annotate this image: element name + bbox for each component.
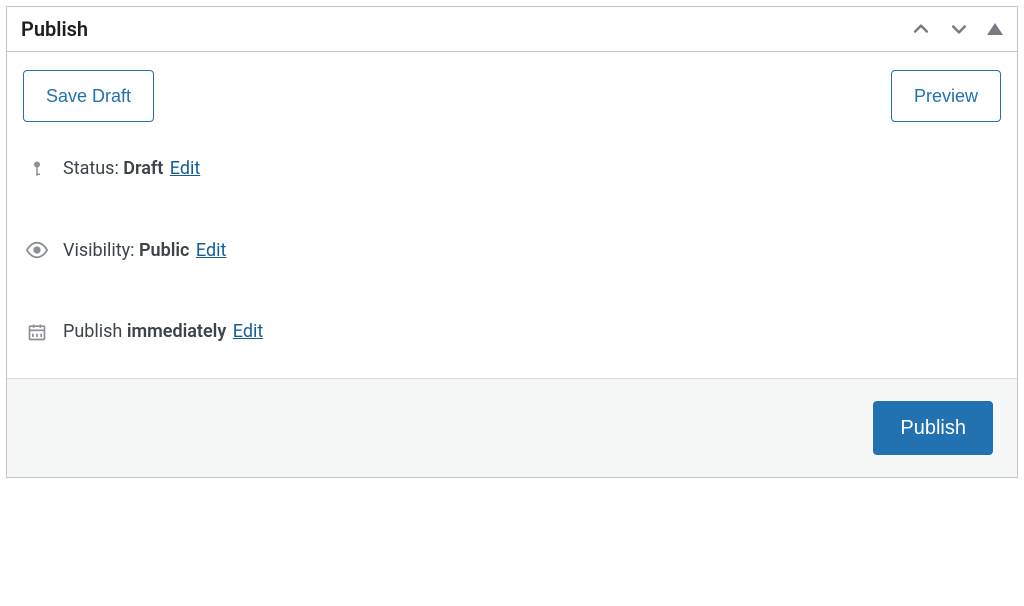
status-row: Status: Draft Edit (23, 158, 1001, 179)
edit-schedule-link[interactable]: Edit (233, 321, 263, 342)
edit-visibility-link[interactable]: Edit (196, 240, 226, 261)
toggle-panel-icon[interactable] (987, 23, 1003, 35)
publish-panel: Publish Save Draft Preview Status: Draft (6, 6, 1018, 478)
panel-header-controls (911, 19, 1003, 39)
schedule-label: Publish (63, 321, 127, 342)
status-value: Draft (123, 158, 163, 179)
preview-button[interactable]: Preview (891, 70, 1001, 122)
visibility-text: Visibility: Public Edit (63, 240, 226, 261)
top-actions: Save Draft Preview (23, 70, 1001, 122)
schedule-text: Publish immediately Edit (63, 321, 263, 342)
calendar-icon (25, 322, 49, 342)
visibility-row: Visibility: Public Edit (23, 239, 1001, 261)
visibility-label: Visibility: (63, 240, 139, 261)
visibility-value: Public (139, 240, 189, 261)
panel-body: Save Draft Preview Status: Draft Edit Vi… (7, 52, 1017, 378)
panel-footer: Publish (7, 378, 1017, 477)
edit-status-link[interactable]: Edit (170, 158, 200, 179)
move-down-icon[interactable] (949, 19, 969, 39)
panel-title: Publish (21, 17, 88, 41)
status-text: Status: Draft Edit (63, 158, 200, 179)
schedule-value: immediately (127, 321, 226, 342)
save-draft-button[interactable]: Save Draft (23, 70, 154, 122)
move-up-icon[interactable] (911, 19, 931, 39)
status-label: Status: (63, 158, 123, 179)
key-icon (25, 160, 49, 178)
publish-button[interactable]: Publish (873, 401, 993, 455)
panel-header: Publish (7, 7, 1017, 52)
schedule-row: Publish immediately Edit (23, 321, 1001, 342)
eye-icon (25, 239, 49, 261)
